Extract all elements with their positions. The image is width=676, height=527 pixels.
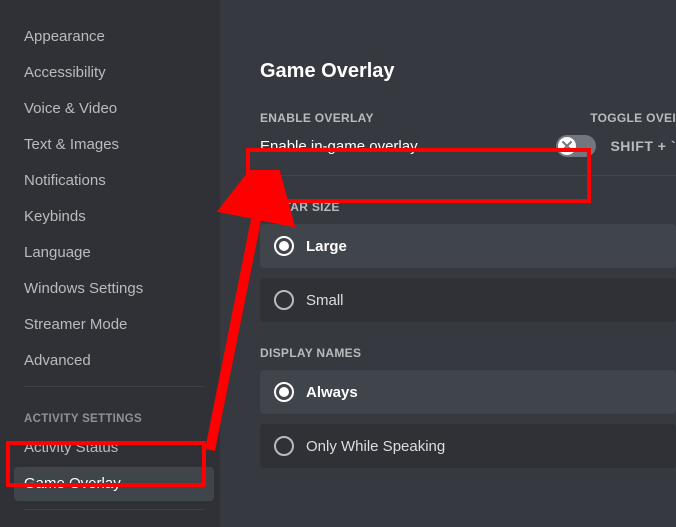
settings-content: Game Overlay ENABLE OVERLAY TOGGLE OVEI … xyxy=(220,0,676,527)
enable-overlay-text: Enable in-game overlay. xyxy=(260,138,421,155)
radio-label: Large xyxy=(306,238,347,255)
toggle-knob xyxy=(558,137,576,155)
overlay-keybind[interactable]: SHIFT + ` xyxy=(610,138,676,154)
radio-icon xyxy=(274,382,294,402)
toggle-overlay-label: TOGGLE OVEI xyxy=(590,111,676,125)
radio-label: Always xyxy=(306,384,358,401)
radio-icon xyxy=(274,236,294,256)
avatar-size-option-large[interactable]: Large xyxy=(260,224,676,268)
sidebar-item-change-log[interactable]: Change Log xyxy=(14,518,214,527)
sidebar-item-voice-video[interactable]: Voice & Video xyxy=(14,92,214,126)
sidebar-item-windows-settings[interactable]: Windows Settings xyxy=(14,272,214,306)
sidebar-item-language[interactable]: Language xyxy=(14,236,214,270)
radio-label: Small xyxy=(306,292,344,309)
avatar-size-label: AVATAR SIZE xyxy=(260,200,676,214)
enable-overlay-row: Enable in-game overlay. SHIFT + ` xyxy=(260,135,676,175)
sidebar-section-activity-settings: ACTIVITY SETTINGS xyxy=(14,395,214,431)
sidebar-item-advanced[interactable]: Advanced xyxy=(14,344,214,378)
radio-icon xyxy=(274,290,294,310)
display-names-label: DISPLAY NAMES xyxy=(260,346,676,360)
radio-label: Only While Speaking xyxy=(306,438,445,455)
sidebar-divider xyxy=(24,509,204,510)
sidebar-item-accessibility[interactable]: Accessibility xyxy=(14,56,214,90)
display-names-option-always[interactable]: Always xyxy=(260,370,676,414)
avatar-size-option-small[interactable]: Small xyxy=(260,278,676,322)
sidebar-item-appearance[interactable]: Appearance xyxy=(14,20,214,54)
sidebar-item-activity-status[interactable]: Activity Status xyxy=(14,431,214,465)
sidebar-item-text-images[interactable]: Text & Images xyxy=(14,128,214,162)
sidebar-item-notifications[interactable]: Notifications xyxy=(14,164,214,198)
divider xyxy=(260,175,676,176)
close-icon xyxy=(561,140,573,152)
display-names-option-only-while-speaking[interactable]: Only While Speaking xyxy=(260,424,676,468)
sidebar-item-streamer-mode[interactable]: Streamer Mode xyxy=(14,308,214,342)
radio-icon xyxy=(274,436,294,456)
settings-sidebar: Appearance Accessibility Voice & Video T… xyxy=(0,0,220,527)
enable-overlay-toggle[interactable] xyxy=(556,135,596,157)
page-title: Game Overlay xyxy=(260,60,676,83)
enable-overlay-label: ENABLE OVERLAY xyxy=(260,111,374,125)
sidebar-item-game-overlay[interactable]: Game Overlay xyxy=(14,467,214,501)
sidebar-divider xyxy=(24,386,204,387)
sidebar-item-keybinds[interactable]: Keybinds xyxy=(14,200,214,234)
